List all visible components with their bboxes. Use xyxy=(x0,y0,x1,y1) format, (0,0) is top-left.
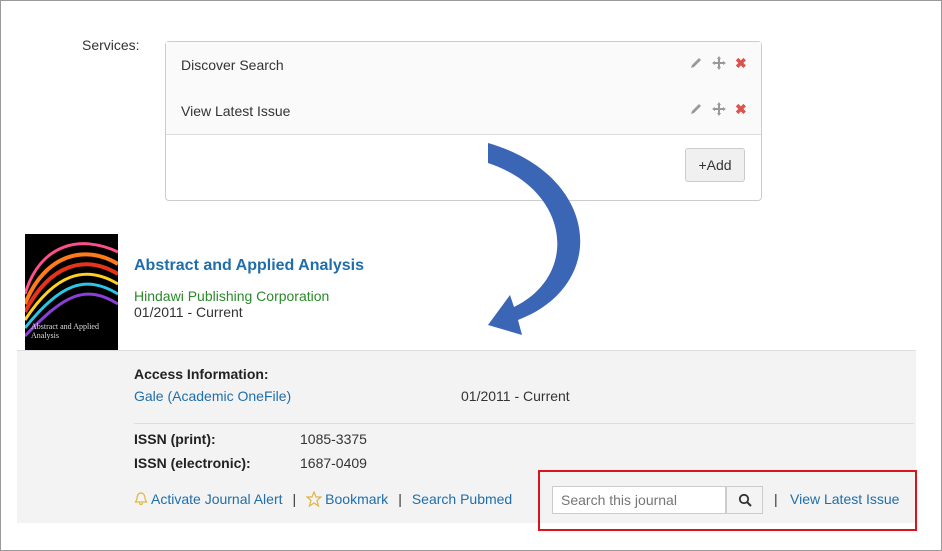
issn-electronic-value: 1687-0409 xyxy=(300,455,367,471)
journal-title-link[interactable]: Abstract and Applied Analysis xyxy=(134,257,364,275)
move-icon[interactable] xyxy=(712,56,726,70)
separator: | xyxy=(774,491,778,507)
issn-print-value: 1085-3375 xyxy=(300,431,367,447)
edit-icon[interactable] xyxy=(689,102,703,116)
service-label: Discover Search xyxy=(181,57,284,73)
issn-electronic-label: ISSN (electronic): xyxy=(134,455,251,471)
star-icon xyxy=(306,491,323,507)
journal-cover-image: Abstract and Applied Analysis xyxy=(25,234,118,359)
separator: | xyxy=(398,491,402,507)
service-row-view-latest-issue: View Latest Issue ✖ xyxy=(166,88,761,135)
curved-arrow-icon xyxy=(488,143,581,335)
delete-icon[interactable]: ✖ xyxy=(735,102,747,116)
activate-alert-link[interactable]: Activate Journal Alert xyxy=(151,491,283,507)
search-pubmed-link[interactable]: Search Pubmed xyxy=(412,491,512,507)
services-list: Discover Search ✖ View Latest Issue ✖ +A… xyxy=(165,41,762,201)
divider xyxy=(134,423,914,424)
cover-title-text: Abstract and Applied Analysis xyxy=(31,322,99,340)
separator: | xyxy=(292,491,297,507)
add-service-button[interactable]: +Add xyxy=(685,148,745,182)
bookmark-link[interactable]: Bookmark xyxy=(325,491,388,507)
access-heading: Access Information: xyxy=(134,366,269,382)
coverage-dates: 01/2011 - Current xyxy=(134,304,243,320)
search-icon xyxy=(738,493,752,507)
issn-print-label: ISSN (print): xyxy=(134,431,216,447)
view-latest-issue-link[interactable]: View Latest Issue xyxy=(790,491,899,507)
bell-icon xyxy=(134,492,148,506)
services-label: Services: xyxy=(82,37,140,53)
service-label: View Latest Issue xyxy=(181,103,291,119)
search-journal-input[interactable] xyxy=(552,486,726,514)
publisher-name: Hindawi Publishing Corporation xyxy=(134,288,330,304)
move-icon[interactable] xyxy=(712,102,726,116)
journal-actions: Activate Journal Alert | Bookmark | Sear… xyxy=(134,491,512,507)
edit-icon[interactable] xyxy=(689,56,703,70)
delete-icon[interactable]: ✖ xyxy=(735,56,747,70)
service-row-discover-search: Discover Search ✖ xyxy=(166,42,761,89)
provider-link[interactable]: Gale (Academic OneFile) xyxy=(134,388,291,404)
search-button[interactable] xyxy=(726,486,763,514)
access-range: 01/2011 - Current xyxy=(461,388,570,404)
